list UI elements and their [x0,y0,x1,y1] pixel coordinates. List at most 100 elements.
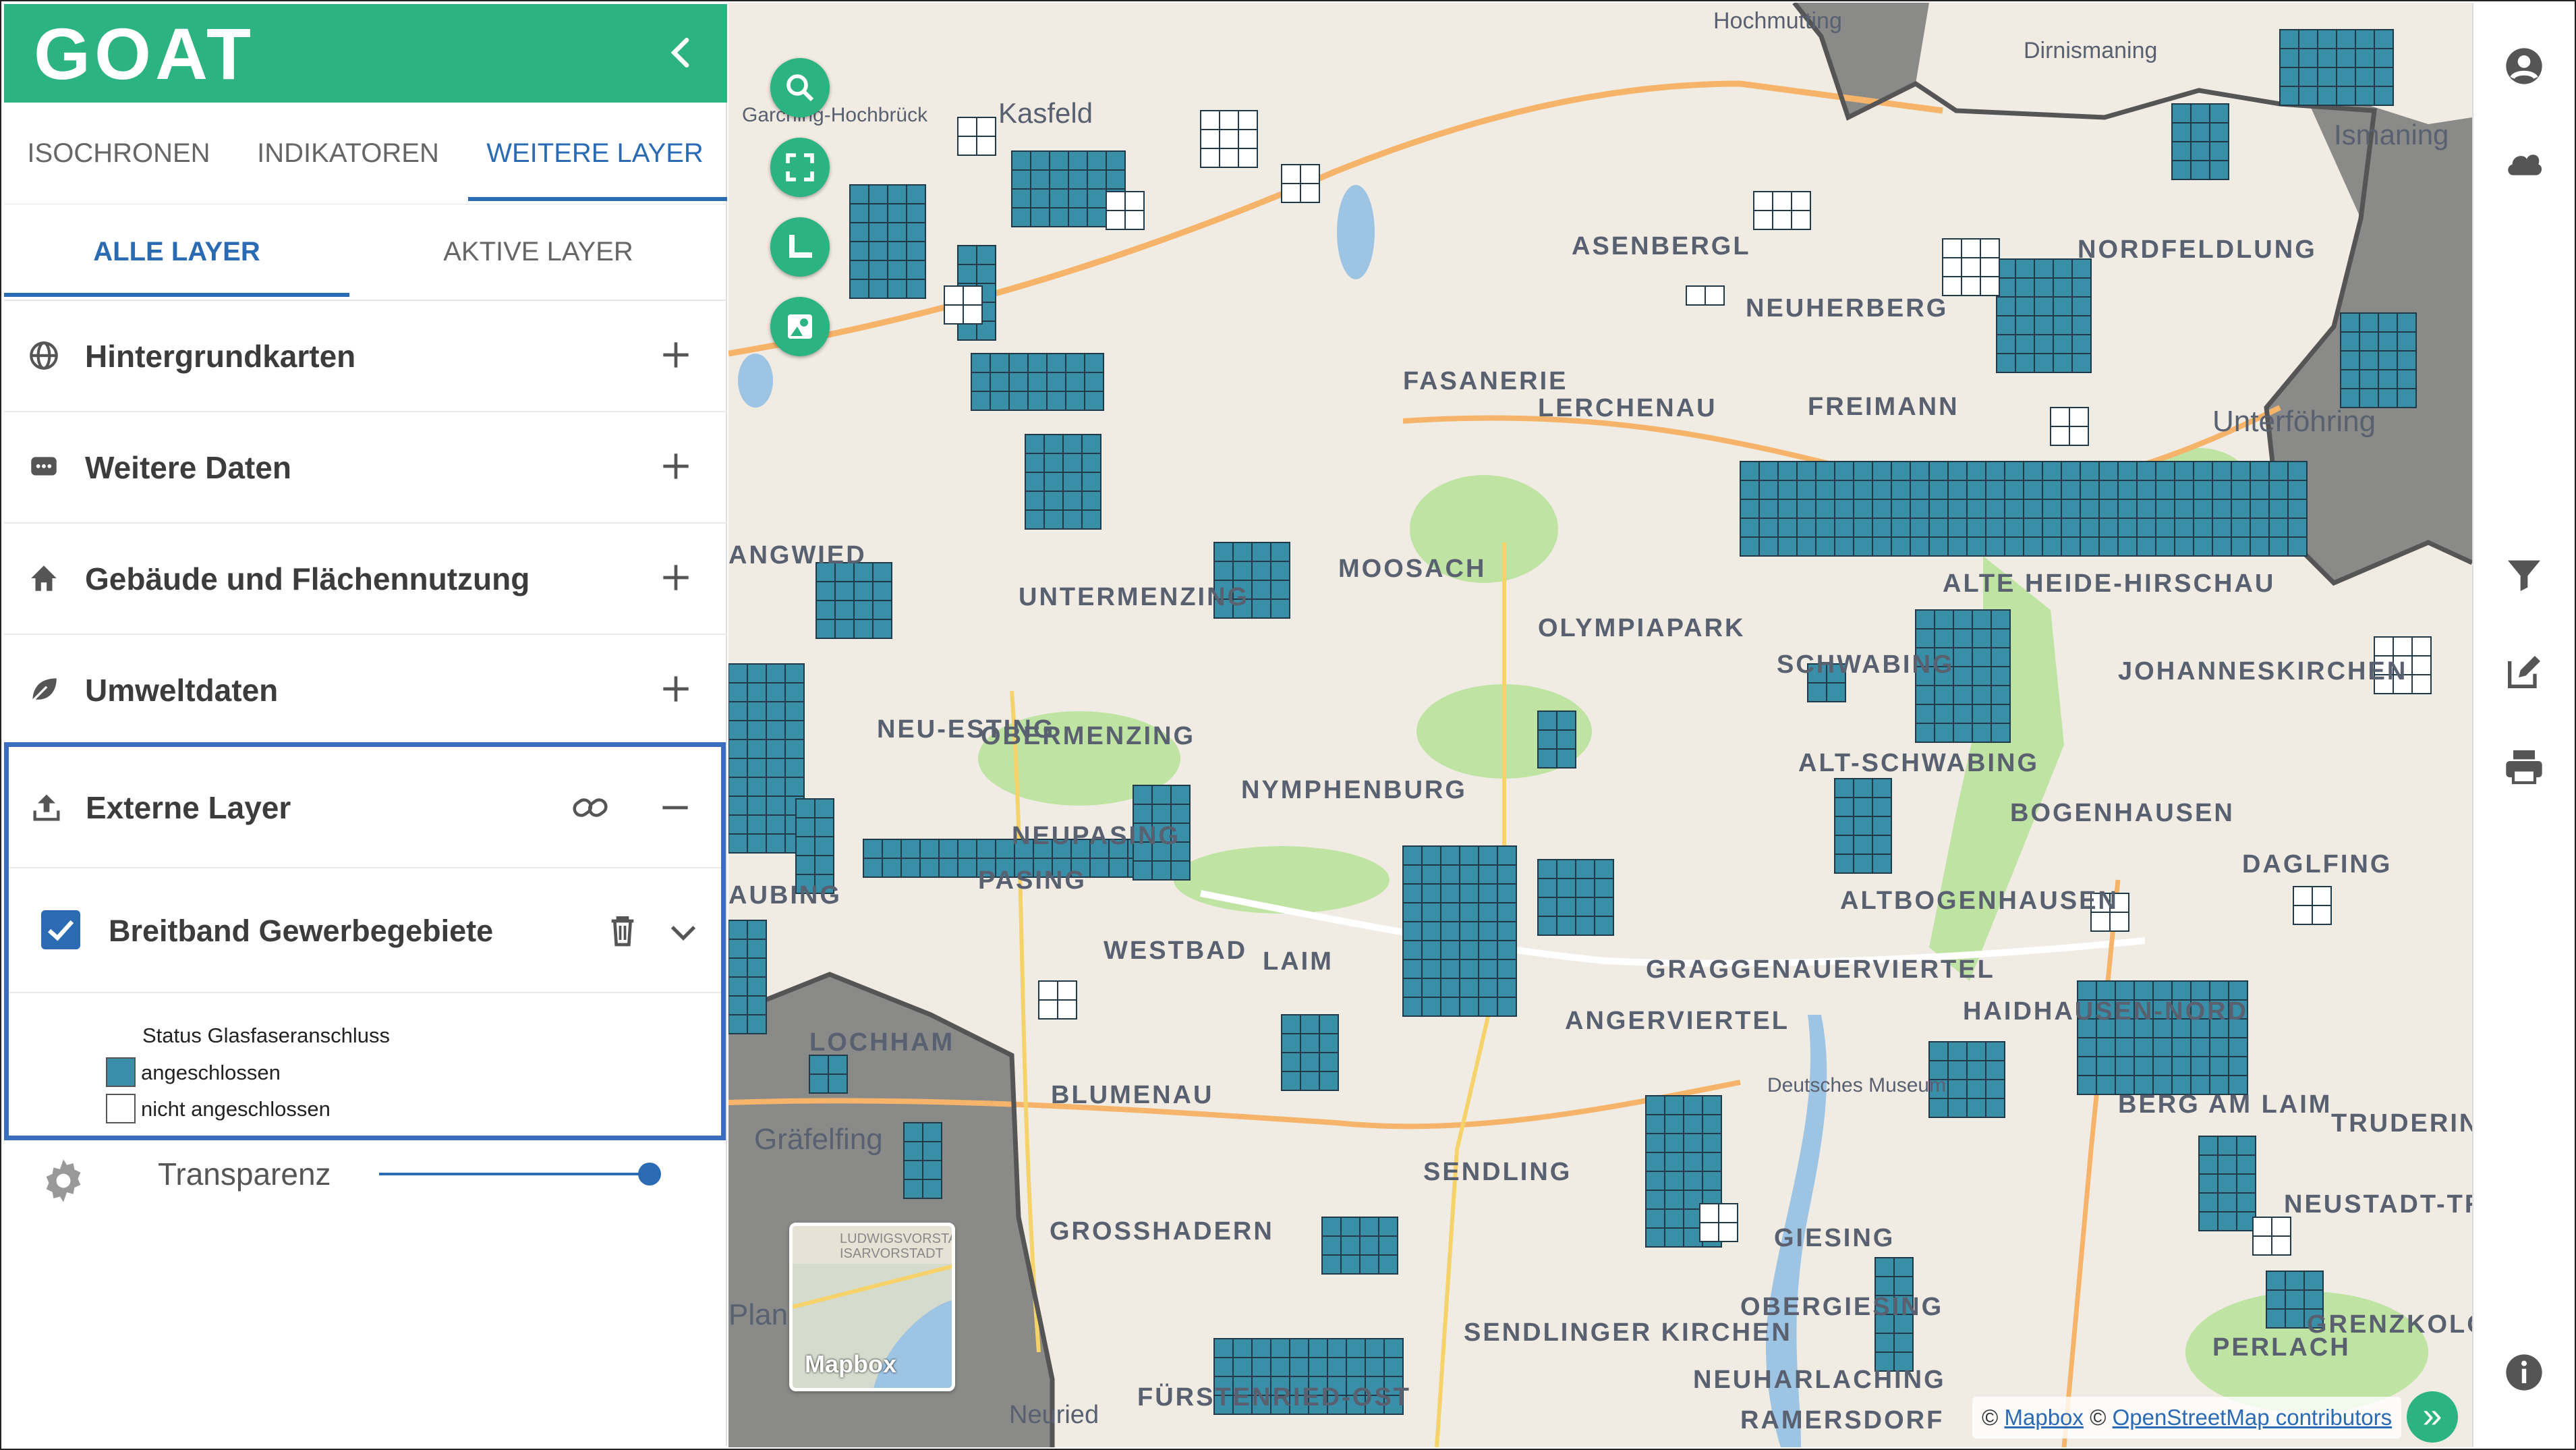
grid-cell-connected[interactable] [2250,518,2270,538]
user-account-icon[interactable] [2502,45,2546,88]
grid-cell-connected[interactable] [1796,461,1816,481]
grid-cell-connected[interactable] [2268,518,2289,538]
grid-cell-connected[interactable] [1049,150,1069,171]
grid-cell-connected[interactable] [1966,1079,1986,1099]
grid-cell-connected[interactable] [1340,1217,1361,1237]
grid-cell-not-connected[interactable] [2374,636,2394,657]
grid-cell-connected[interactable] [1084,353,1104,373]
grid-cell-connected[interactable] [1928,499,1949,519]
grid-cell-connected[interactable] [1777,480,1798,500]
grid-cell-connected[interactable] [1383,1357,1404,1377]
grid-cell-connected[interactable] [1972,723,1992,743]
grid-cell-connected[interactable] [1934,609,1954,630]
grid-cell-connected[interactable] [887,222,907,242]
grid-cell-connected[interactable] [868,279,888,299]
grid-cell-connected[interactable] [2042,518,2062,538]
grid-cell-connected[interactable] [1537,729,1557,750]
grid-cell-connected[interactable] [2080,461,2100,481]
grid-cell-not-connected[interactable] [1057,980,1077,1001]
grid-cell-connected[interactable] [2136,518,2156,538]
grid-cell-connected[interactable] [1664,1227,1684,1248]
grid-cell-connected[interactable] [1537,878,1557,898]
grid-cell-connected[interactable] [1497,997,1517,1017]
grid-cell-connected[interactable] [2359,312,2379,333]
grid-cell-connected[interactable] [1537,710,1557,731]
grid-cell-connected[interactable] [766,777,786,797]
grid-cell-connected[interactable] [1594,916,1614,936]
grid-cell-connected[interactable] [2134,1056,2154,1076]
grid-cell-connected[interactable] [2217,1192,2237,1212]
grid-cell-connected[interactable] [766,758,786,778]
grid-cell-connected[interactable] [1758,461,1779,481]
grid-cell-not-connected[interactable] [2252,1217,2272,1237]
grid-cell-connected[interactable] [747,833,767,854]
grid-cell-connected[interactable] [728,833,748,854]
grid-cell-connected[interactable] [2023,480,2043,500]
edit-icon[interactable] [2502,650,2546,694]
grid-cell-connected[interactable] [2212,536,2232,557]
grid-cell-connected[interactable] [1300,1014,1320,1034]
grid-cell-connected[interactable] [1251,598,1271,619]
grid-cell-connected[interactable] [1251,580,1271,600]
grid-cell-connected[interactable] [1537,897,1557,917]
grid-cell-connected[interactable] [1478,902,1498,922]
grid-cell-connected[interactable] [2193,518,2213,538]
grid-cell-connected[interactable] [976,245,996,265]
grid-cell-connected[interactable] [728,701,748,721]
grid-cell-connected[interactable] [1915,704,1935,724]
info-icon[interactable] [2502,1351,2546,1394]
grid-cell-connected[interactable] [2136,536,2156,557]
grid-cell-connected[interactable] [903,1179,923,1199]
grid-cell-connected[interactable] [868,184,888,204]
grid-cell-connected[interactable] [2171,160,2192,180]
grid-cell-connected[interactable] [1213,561,1234,581]
grid-cell-connected[interactable] [957,245,977,265]
grid-cell-connected[interactable] [1915,609,1935,630]
grid-cell-connected[interactable] [1834,480,1854,500]
grid-cell-connected[interactable] [2298,86,2318,106]
grid-cell-not-connected[interactable] [1038,999,1058,1020]
grid-cell-connected[interactable] [1459,959,1479,979]
grid-cell-connected[interactable] [2355,86,2375,106]
grid-cell-connected[interactable] [1402,978,1423,998]
layer-group-externe-layer[interactable]: Externe Layer [9,747,721,868]
grid-cell-connected[interactable] [853,600,874,620]
grid-cell-connected[interactable] [849,203,869,223]
grid-cell-connected[interactable] [2023,518,2043,538]
grid-cell-connected[interactable] [1947,1060,1968,1080]
grid-cell-connected[interactable] [2250,499,2270,519]
grid-cell-connected[interactable] [1043,453,1064,473]
grid-cell-connected[interactable] [1537,748,1557,769]
grid-cell-connected[interactable] [882,839,902,859]
grid-cell-not-connected[interactable] [2271,1235,2291,1256]
grid-cell-connected[interactable] [2042,536,2062,557]
grid-cell-connected[interactable] [1046,391,1066,411]
grid-cell-connected[interactable] [1459,940,1479,960]
grid-cell-connected[interactable] [849,184,869,204]
grid-cell-connected[interactable] [849,241,869,261]
grid-cell-connected[interactable] [1440,997,1460,1017]
grid-cell-connected[interactable] [1991,685,2011,705]
grid-cell-connected[interactable] [1011,207,1031,227]
grid-cell-connected[interactable] [1915,628,1935,648]
grid-cell-connected[interactable] [1872,854,1892,874]
grid-cell-connected[interactable] [1421,845,1441,866]
grid-cell-connected[interactable] [868,222,888,242]
grid-cell-connected[interactable] [2171,122,2192,142]
grid-cell-connected[interactable] [1440,921,1460,941]
grid-cell-connected[interactable] [1300,1052,1320,1072]
link-icon[interactable] [570,787,610,828]
grid-cell-connected[interactable] [971,372,991,392]
grid-cell-connected[interactable] [2374,29,2394,49]
layer-group-hintergrundkarten[interactable]: Hintergrundkarten [4,301,727,412]
grid-cell-connected[interactable] [853,581,874,601]
grid-cell-connected[interactable] [1459,902,1479,922]
grid-cell-connected[interactable] [2317,29,2337,49]
grid-cell-connected[interactable] [1251,542,1271,562]
grid-cell-connected[interactable] [2193,499,2213,519]
grid-cell-connected[interactable] [1796,480,1816,500]
grid-cell-connected[interactable] [2397,350,2417,370]
grid-cell-connected[interactable] [1702,1171,1722,1191]
grid-cell-connected[interactable] [1133,804,1153,824]
grid-cell-connected[interactable] [1556,859,1576,879]
